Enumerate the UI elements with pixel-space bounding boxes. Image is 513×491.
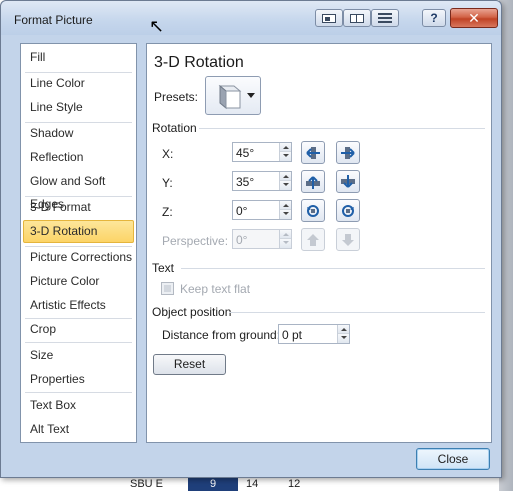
distance-value: 0 pt xyxy=(282,328,303,342)
columns-icon xyxy=(350,13,364,23)
category-list: Fill Line Color Line Style Shadow Reflec… xyxy=(20,43,137,443)
x-rotation-value: 45° xyxy=(236,146,255,160)
spin-down-icon[interactable] xyxy=(280,210,291,219)
rotate-left-icon xyxy=(306,146,320,159)
spinner-arrows[interactable] xyxy=(279,143,291,161)
rotate-right-button[interactable] xyxy=(336,141,360,164)
nav-item-size[interactable]: Size xyxy=(23,344,134,367)
spin-down-icon[interactable] xyxy=(280,152,291,161)
z-rotation-value: 0° xyxy=(236,204,248,218)
spinner-arrows[interactable] xyxy=(279,201,291,219)
section-divider xyxy=(199,128,485,129)
presets-dropdown[interactable] xyxy=(205,76,261,115)
tilt-up-button[interactable] xyxy=(301,170,325,193)
window-close-button[interactable]: ✕ xyxy=(450,8,498,28)
text-section-label: Text xyxy=(152,261,175,275)
nav-item-text-box[interactable]: Text Box xyxy=(23,394,134,417)
widen-perspective-button[interactable] xyxy=(336,228,360,251)
nav-item-reflection[interactable]: Reflection xyxy=(23,146,134,169)
narrow-field-icon xyxy=(307,233,319,246)
nav-item-fill[interactable]: Fill xyxy=(23,46,134,69)
spin-up-icon[interactable] xyxy=(280,143,291,152)
spin-up-icon[interactable] xyxy=(280,172,291,181)
rotate-left-button[interactable] xyxy=(301,141,325,164)
chevron-down-icon xyxy=(247,93,255,98)
z-label: Z: xyxy=(162,205,173,219)
rotate-clockwise-button[interactable] xyxy=(336,199,360,222)
nav-item-picture-corrections[interactable]: Picture Corrections xyxy=(23,246,134,269)
rows-icon xyxy=(378,13,392,23)
section-divider xyxy=(229,312,485,313)
mouse-cursor-icon: ↖ xyxy=(149,16,165,36)
window-title: Format Picture xyxy=(14,13,93,27)
reset-button[interactable]: Reset xyxy=(153,354,226,375)
background-cell: 12 xyxy=(288,478,301,490)
nav-item-3d-rotation[interactable]: 3-D Rotation xyxy=(23,220,134,243)
perspective-label: Perspective: xyxy=(162,234,229,248)
background-cell: SBU E xyxy=(130,478,164,490)
panel-title: 3-D Rotation xyxy=(154,54,244,71)
nav-item-glow-soft-edges[interactable]: Glow and Soft Edges xyxy=(23,170,134,211)
preset-cube-icon xyxy=(218,84,242,110)
nav-item-3d-format[interactable]: 3-D Format xyxy=(23,196,134,219)
rotate-clockwise-icon xyxy=(342,204,354,217)
nav-item-line-style[interactable]: Line Style xyxy=(23,96,134,119)
layout-icon xyxy=(322,13,336,23)
keep-text-flat-checkbox[interactable] xyxy=(161,282,174,295)
spin-down-icon[interactable] xyxy=(280,181,291,190)
nav-item-artistic-effects[interactable]: Artistic Effects xyxy=(23,294,134,317)
nav-item-shadow[interactable]: Shadow xyxy=(23,122,134,145)
spinner-arrows[interactable] xyxy=(337,325,349,343)
rotate-counterclockwise-button[interactable] xyxy=(301,199,325,222)
background-cell-highlighted: 9 xyxy=(188,478,238,491)
perspective-spinner[interactable]: 0° xyxy=(232,229,292,249)
section-divider xyxy=(181,268,485,269)
background-cell: 14 xyxy=(246,478,259,490)
presets-label: Presets: xyxy=(154,90,199,104)
format-picture-dialog: Format Picture ↖ ? ✕ Fill Line Color Lin… xyxy=(0,0,502,478)
z-rotation-spinner[interactable]: 0° xyxy=(232,200,292,220)
x-rotation-spinner[interactable]: 45° xyxy=(232,142,292,162)
settings-panel: 3-D Rotation Presets: Rotation X: 45° Y: xyxy=(146,43,492,443)
rotation-section-label: Rotation xyxy=(152,121,197,135)
columns-button[interactable] xyxy=(343,9,371,27)
nav-item-properties[interactable]: Properties xyxy=(23,368,134,391)
tilt-up-icon xyxy=(306,175,320,189)
distance-from-ground-label: Distance from ground: xyxy=(162,328,281,342)
y-label: Y: xyxy=(162,176,173,190)
keep-text-flat-label: Keep text flat xyxy=(180,282,251,296)
divider xyxy=(25,392,132,393)
tilt-down-icon xyxy=(341,174,355,188)
help-button[interactable]: ? xyxy=(422,9,446,27)
close-button[interactable]: Close xyxy=(416,448,490,470)
rotate-right-icon xyxy=(341,146,355,159)
nav-item-line-color[interactable]: Line Color xyxy=(23,72,134,95)
spinner-arrows[interactable] xyxy=(279,172,291,190)
nav-item-alt-text[interactable]: Alt Text xyxy=(23,418,134,441)
tilt-down-button[interactable] xyxy=(336,170,360,193)
divider xyxy=(25,342,132,343)
widen-field-icon xyxy=(342,233,354,246)
perspective-value: 0° xyxy=(236,233,248,247)
spin-up-icon[interactable] xyxy=(280,230,291,239)
spin-up-icon[interactable] xyxy=(280,201,291,210)
narrow-perspective-button[interactable] xyxy=(301,228,325,251)
nav-item-picture-color[interactable]: Picture Color xyxy=(23,270,134,293)
y-rotation-value: 35° xyxy=(236,175,255,189)
spin-down-icon[interactable] xyxy=(338,334,349,343)
background-row: SBU E 9 14 12 xyxy=(118,478,358,491)
rotate-counterclockwise-icon xyxy=(307,204,319,217)
rows-button[interactable] xyxy=(371,9,399,27)
nav-item-crop[interactable]: Crop xyxy=(23,318,134,341)
x-label: X: xyxy=(162,147,174,161)
title-bar[interactable]: Format Picture ↖ ? ✕ xyxy=(1,1,501,35)
distance-from-ground-spinner[interactable]: 0 pt xyxy=(278,324,350,344)
y-rotation-spinner[interactable]: 35° xyxy=(232,171,292,191)
layout-button[interactable] xyxy=(315,9,343,27)
object-position-section-label: Object position xyxy=(152,305,232,319)
spin-up-icon[interactable] xyxy=(338,325,349,334)
spin-down-icon[interactable] xyxy=(280,239,291,248)
spinner-arrows[interactable] xyxy=(279,230,291,248)
